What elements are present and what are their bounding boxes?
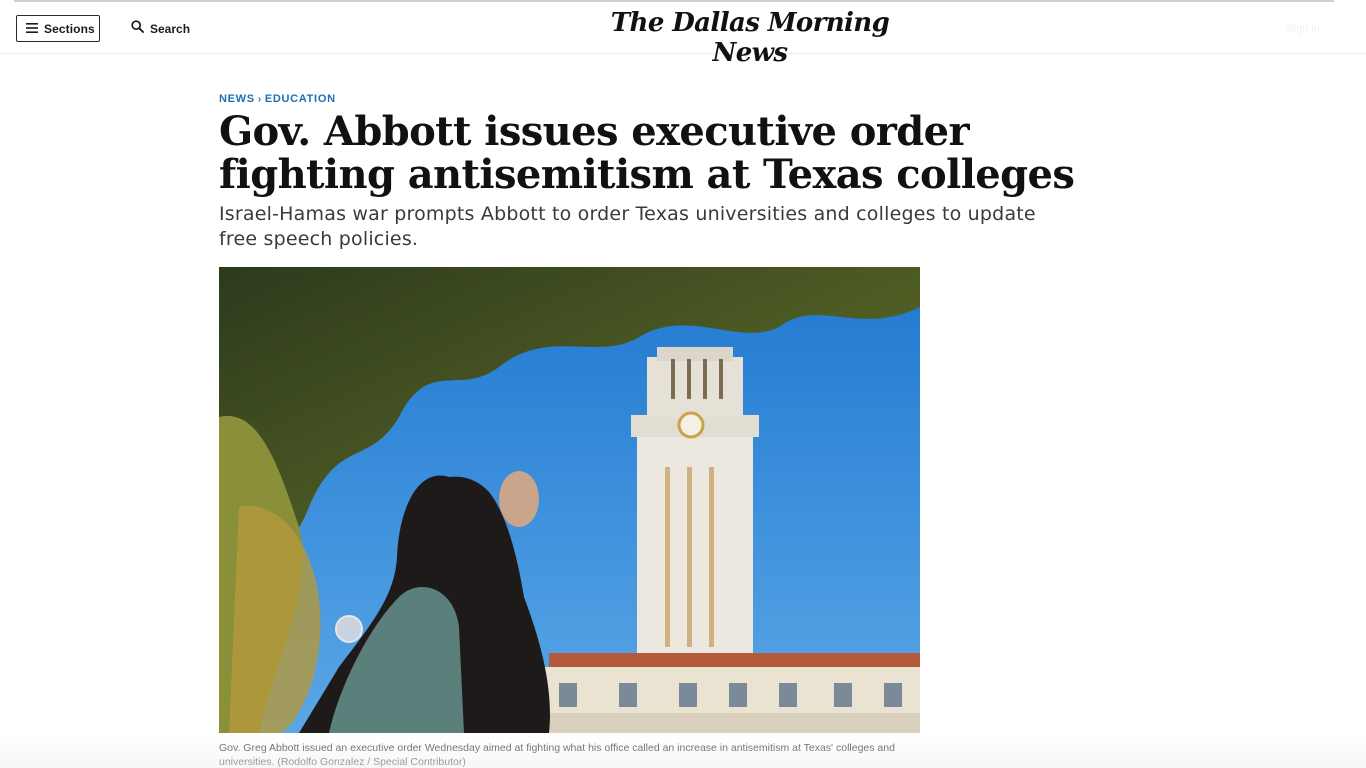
sign-in-link[interactable]: Sign in xyxy=(1286,23,1320,35)
search-icon xyxy=(131,20,144,38)
lead-photo-image xyxy=(219,267,920,733)
sections-button[interactable]: Sections xyxy=(16,15,100,42)
chevron-right-icon: › xyxy=(257,93,262,105)
lead-photo[interactable] xyxy=(219,267,920,733)
hamburger-icon xyxy=(26,20,38,38)
breadcrumb-news-link[interactable]: NEWS xyxy=(219,93,255,105)
sections-label: Sections xyxy=(44,21,95,36)
search-label: Search xyxy=(150,22,191,36)
breadcrumb-education-link[interactable]: EDUCATION xyxy=(265,93,336,105)
search-button[interactable]: Search xyxy=(131,19,190,39)
article-dek: Israel-Hamas war prompts Abbott to order… xyxy=(219,203,1036,250)
masthead-logo[interactable]: The Dallas Morning News xyxy=(600,8,900,68)
photo-caption: Gov. Greg Abbott issued an executive ord… xyxy=(219,742,895,768)
site-header: Sections Search The Dallas Morning News … xyxy=(0,2,1366,68)
breadcrumb: NEWS › EDUCATION xyxy=(219,93,336,105)
article-headline: Gov. Abbott issues executive order fight… xyxy=(219,108,1075,198)
